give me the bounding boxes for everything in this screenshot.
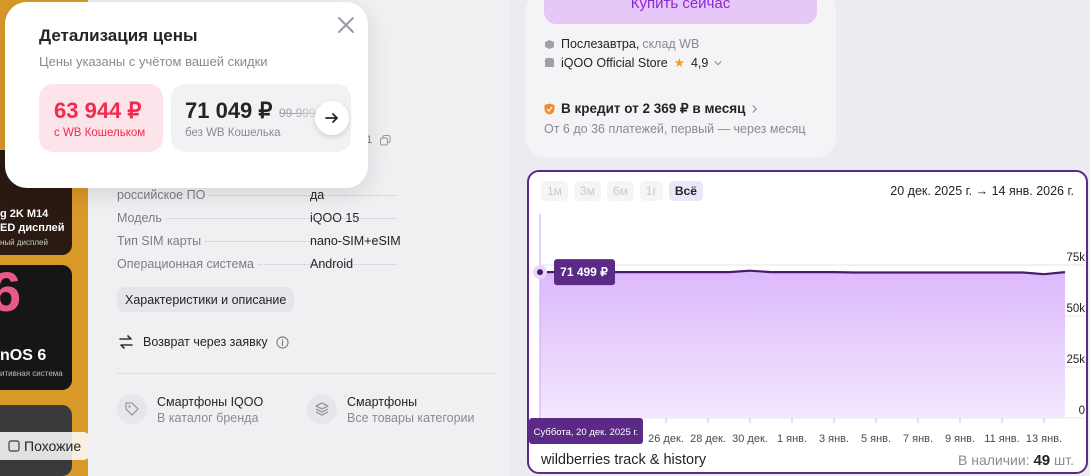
- x-tick-label: 9 янв.: [945, 433, 975, 445]
- return-label: Возврат через заявку: [143, 335, 268, 349]
- close-icon[interactable]: [335, 14, 357, 36]
- wallet-price-box[interactable]: 63 944 ₽ с WB Кошельком: [39, 84, 163, 152]
- divider: [117, 373, 495, 374]
- category-title: Смартфоны IQOO: [157, 395, 264, 409]
- x-tick-label: 13 янв.: [1026, 433, 1062, 445]
- chevron-down-icon: [714, 60, 722, 65]
- x-tick-label: 28 дек.: [690, 433, 726, 445]
- store-info[interactable]: iQOO Official Store ★ 4,9: [544, 55, 722, 70]
- category-link-all[interactable]: Смартфоны Все товары категории: [307, 394, 475, 426]
- spec-row: Операционная система Android: [117, 257, 401, 271]
- similar-button[interactable]: Похожие: [0, 432, 92, 460]
- spec-key: Тип SIM карты: [117, 234, 202, 248]
- shield-icon: [544, 103, 555, 115]
- price-details-popup: Детализация цены Цены указаны с учётом в…: [5, 2, 368, 188]
- popup-title: Детализация цены: [39, 26, 198, 45]
- y-tick-label: 75k: [1066, 252, 1085, 264]
- x-tick-label: 26 дек.: [648, 433, 684, 445]
- credit-title: В кредит от 2 369 ₽ в месяц: [561, 101, 746, 116]
- stock-unit: шт.: [1054, 452, 1074, 468]
- delivery-date: Послезавтра,: [561, 37, 640, 51]
- store-name: iQOO Official Store: [561, 55, 668, 70]
- price-area: [540, 270, 1065, 418]
- arrow-right-icon: [325, 113, 338, 123]
- x-tick-label: 5 янв.: [861, 433, 891, 445]
- x-tick-label: 30 дек.: [732, 433, 768, 445]
- similar-label: Похожие: [24, 438, 82, 454]
- thumbnail-text: ED дисплей: [0, 222, 65, 234]
- spec-value: да: [310, 188, 325, 202]
- details-button[interactable]: Характеристики и описание: [117, 287, 295, 312]
- thumbnail-text: nOS 6: [0, 347, 47, 364]
- thumbnail-text: итивная система: [0, 369, 63, 378]
- category-link-brand[interactable]: Смартфоны IQOO В каталог бренда: [117, 394, 263, 426]
- tag-icon: [125, 402, 139, 416]
- spec-row: российское ПО да: [117, 188, 401, 202]
- x-tick-label: 7 янв.: [903, 433, 933, 445]
- y-tick-label: 0: [1079, 405, 1085, 417]
- spec-value: Android: [310, 257, 354, 271]
- copy-icon[interactable]: [380, 135, 391, 146]
- spec-value: iQOO 15: [310, 211, 360, 225]
- store-icon: [544, 58, 555, 67]
- stack-icon: [8, 440, 20, 452]
- x-tick-label: 3 янв.: [819, 433, 849, 445]
- chart-source: wildberries track & history: [541, 452, 707, 468]
- category-sub: В каталог бренда: [157, 411, 259, 425]
- purchase-panel: Купить сейчас Послезавтра, склад WB iQOO …: [510, 0, 1090, 476]
- y-tick-label: 25k: [1066, 354, 1085, 366]
- wallet-label: с WB Кошельком: [54, 127, 146, 139]
- x-tick-label: 11 янв.: [984, 433, 1019, 445]
- spec-value: nano-SIM+eSIM: [310, 234, 401, 248]
- star-icon: ★: [673, 56, 685, 70]
- wallet-price: 63 944 ₽: [54, 98, 142, 123]
- credit-terms: От 6 до 36 платежей, первый — через меся…: [544, 122, 806, 136]
- category-sub: Все товары категории: [347, 411, 475, 425]
- thumbnail-text: g 2K M14: [0, 208, 49, 220]
- stock-info: В наличии: 49 шт.: [958, 452, 1074, 469]
- next-button[interactable]: [315, 101, 349, 135]
- credit-offer[interactable]: В кредит от 2 369 ₽ в месяц: [544, 101, 758, 117]
- thumbnail-text: 6: [0, 265, 22, 323]
- stack-icon: [315, 402, 329, 416]
- category-title: Смартфоны: [347, 395, 418, 409]
- return-icon: [119, 335, 133, 349]
- price-history-chart[interactable]: 0 25k 50k 75k 26 дек. 28 дек. 30 дек. 1 янв. 3 я…: [529, 172, 1086, 472]
- stock-label: В наличии:: [957, 452, 1030, 468]
- thumbnail-text: ный дисплей: [0, 238, 48, 247]
- spec-key: Операционная система: [117, 257, 255, 271]
- return-policy[interactable]: Возврат через заявку: [117, 333, 289, 351]
- x-tick-label: 1 янв.: [777, 433, 807, 445]
- chevron-right-icon: [752, 105, 758, 113]
- box-icon: [545, 39, 554, 49]
- y-tick-label: 50k: [1066, 303, 1085, 315]
- info-icon[interactable]: [276, 335, 289, 349]
- regular-label: без WB Кошелька: [185, 127, 281, 139]
- price-history-card: 1м 3м 6м 1г Всё 20 дек. 2025 г. → 14 янв…: [527, 170, 1088, 474]
- store-rating: 4,9: [690, 55, 709, 70]
- tooltip-date: Суббота, 20 дек. 2025 г.: [534, 427, 639, 438]
- hover-point: [537, 269, 543, 276]
- spec-row: Модель iQOO 15: [117, 211, 401, 225]
- spec-key: Модель: [117, 211, 162, 225]
- regular-price: 71 049 ₽: [185, 98, 273, 123]
- popup-subtitle: Цены указаны с учётом вашей скидки: [39, 54, 268, 69]
- delivery-info: Послезавтра, склад WB: [544, 37, 699, 51]
- thumbnail-2[interactable]: 6 nOS 6 итивная система: [0, 265, 72, 390]
- stock-count: 49: [1033, 452, 1051, 469]
- spec-key: российское ПО: [117, 188, 206, 202]
- tooltip-price: 71 499 ₽: [560, 265, 608, 279]
- buy-now-button[interactable]: Купить сейчас: [544, 0, 817, 24]
- spec-row: Тип SIM карты nano-SIM+eSIM: [117, 234, 401, 248]
- warehouse: склад WB: [642, 37, 700, 51]
